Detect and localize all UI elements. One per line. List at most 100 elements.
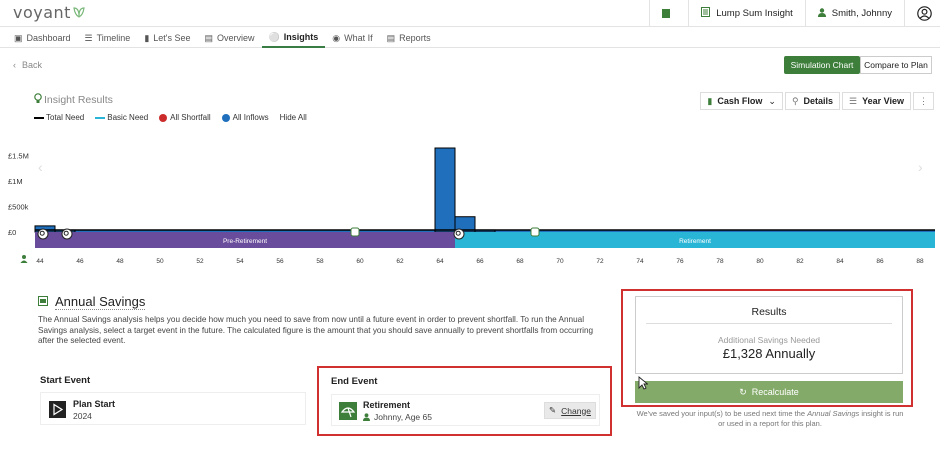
timeline-icon: ☰	[84, 32, 93, 43]
legend-all-inflows[interactable]: All Inflows	[221, 113, 269, 122]
saved-inputs-note: We've saved your input(s) to be used nex…	[634, 409, 906, 429]
top-right-menu: Lump Sum Insight Smith, Johnny	[649, 0, 940, 27]
zoom-marker	[453, 228, 465, 240]
results-value: £1,328 Annually	[722, 346, 816, 361]
client-name: Smith, Johnny	[831, 8, 892, 19]
axis-person-icon	[22, 255, 26, 259]
x-tick-label: 84	[836, 258, 844, 265]
document-icon: ▤	[204, 32, 214, 43]
x-tick-label: 56	[276, 258, 284, 265]
calculator-icon	[662, 9, 671, 18]
back-label: Back	[22, 60, 43, 70]
tab-timeline[interactable]: ☰ Timeline	[78, 28, 138, 48]
x-tick-label: 54	[236, 258, 244, 265]
logo[interactable]: voyant	[13, 3, 71, 22]
note-text-pre: We've saved your input(s) to be used nex…	[636, 409, 808, 418]
document-icon	[701, 7, 711, 20]
note-text-italic: Annual Savings	[807, 409, 860, 418]
tab-label: Timeline	[96, 33, 131, 43]
tab-overview[interactable]: ▤ Overview	[198, 28, 262, 48]
cash-flow-dropdown[interactable]: ▮ Cash Flow ⌄	[700, 92, 783, 110]
zoom-marker	[37, 228, 49, 240]
phase-label: Retirement	[679, 238, 711, 245]
play-icon	[49, 401, 66, 418]
legend-swatch	[95, 116, 106, 119]
person-icon	[817, 7, 826, 20]
end-event-title: Retirement	[363, 400, 411, 410]
client-button[interactable]: Smith, Johnny	[804, 0, 904, 27]
x-tick-label: 76	[676, 258, 684, 265]
x-tick-label: 52	[196, 258, 204, 265]
x-tick-label: 62	[396, 258, 404, 265]
chart-next-arrow[interactable]: ›	[918, 159, 923, 175]
insight-results-label: Insight Results	[44, 94, 113, 106]
insight-results-title: Insight Results	[34, 93, 113, 107]
tab-label: Overview	[217, 33, 255, 43]
legend-swatch	[221, 113, 230, 122]
lightbulb-icon: ⚪	[268, 31, 280, 42]
legend-basic-need[interactable]: Basic Need	[95, 113, 148, 122]
tab-label: Dashboard	[26, 33, 71, 43]
change-event-button[interactable]: ✎ Change	[544, 402, 596, 419]
y-tick-label: £1M	[8, 177, 23, 186]
account-button[interactable]	[904, 0, 940, 27]
chart-prev-arrow[interactable]: ‹	[38, 159, 43, 175]
top-bar: voyant Lump Sum Insight Smith, Johnny	[0, 0, 940, 27]
x-tick-label: 60	[356, 258, 364, 265]
legend-label: Hide All	[279, 113, 307, 122]
hide-all-button[interactable]: Hide All	[280, 113, 307, 122]
tab-label: Insights	[283, 32, 319, 42]
start-event-card[interactable]: Plan Start 2024	[40, 392, 306, 425]
legend-total-need[interactable]: Total Need	[34, 113, 84, 122]
x-tick-label: 46	[76, 258, 84, 265]
lump-sum-insight-button[interactable]: Lump Sum Insight	[688, 0, 805, 27]
x-tick-label: 88	[916, 258, 924, 265]
beach-umbrella-icon	[339, 402, 357, 420]
legend-all-shortfall[interactable]: All Shortfall	[159, 113, 211, 122]
annual-savings-title: Annual Savings	[55, 294, 146, 310]
results-card: Results Additional Savings Needed £1,328…	[635, 296, 903, 374]
start-event-label: Start Event	[40, 375, 91, 386]
legend-swatch	[159, 113, 168, 122]
more-options-button[interactable]: ⋮	[913, 92, 934, 110]
report-icon: ▤	[386, 32, 396, 43]
tab-lets-see[interactable]: ▮ Let's See	[137, 28, 197, 48]
tab-dashboard[interactable]: ▣ Dashboard	[7, 28, 78, 48]
x-tick-label: 64	[436, 258, 444, 265]
chart-legend: Total Need Basic Need All Shortfall All …	[34, 113, 318, 122]
year-view-button[interactable]: ☰ Year View	[842, 92, 911, 110]
calculator-button[interactable]	[649, 0, 688, 27]
more-vertical-icon: ⋮	[919, 95, 928, 106]
tab-label: What If	[344, 33, 373, 43]
start-event-year: 2024	[73, 411, 92, 421]
main-tabs: ▣ Dashboard ☰ Timeline ▮ Let's See ▤ Overvie…	[0, 28, 940, 48]
end-event-person: Johnny, Age 65	[374, 412, 432, 422]
end-event-section: End Event Retirement Johnny, Age 65 ✎ Ch…	[317, 366, 612, 436]
question-icon: ◉	[332, 32, 341, 43]
tab-what-if[interactable]: ◉ What If	[325, 28, 379, 48]
recalculate-button[interactable]: ↻ Recalculate	[635, 381, 903, 403]
x-tick-label: 80	[756, 258, 764, 265]
x-tick-label: 58	[316, 258, 324, 265]
inflow-bar	[434, 147, 456, 233]
start-event-title: Plan Start	[73, 399, 116, 409]
tab-insights[interactable]: ⚪ Insights	[261, 28, 326, 48]
savings-icon	[38, 296, 48, 306]
results-subtitle: Additional Savings Needed	[717, 335, 821, 345]
legend-label: Total Need	[46, 113, 85, 122]
lightbulb-icon	[34, 93, 42, 107]
y-tick-label: £500k	[8, 203, 29, 212]
x-tick-label: 86	[876, 258, 884, 265]
details-button[interactable]: ⚲ Details	[784, 92, 841, 110]
tab-reports[interactable]: ▤ Reports	[380, 28, 438, 48]
results-divider	[646, 323, 892, 324]
compare-to-plan-button[interactable]: Compare to Plan	[860, 56, 932, 74]
legend-label: All Inflows	[232, 113, 269, 122]
back-link[interactable]: ‹ Back	[13, 60, 42, 70]
chevron-down-icon: ⌄	[768, 95, 776, 106]
lump-sum-insight-label: Lump Sum Insight	[716, 8, 793, 19]
change-label: Change	[561, 405, 591, 416]
simulation-chart-button[interactable]: Simulation Chart	[784, 56, 860, 74]
end-event-card[interactable]: Retirement Johnny, Age 65 ✎ Change	[331, 394, 600, 426]
x-tick-label: 74	[636, 258, 644, 265]
